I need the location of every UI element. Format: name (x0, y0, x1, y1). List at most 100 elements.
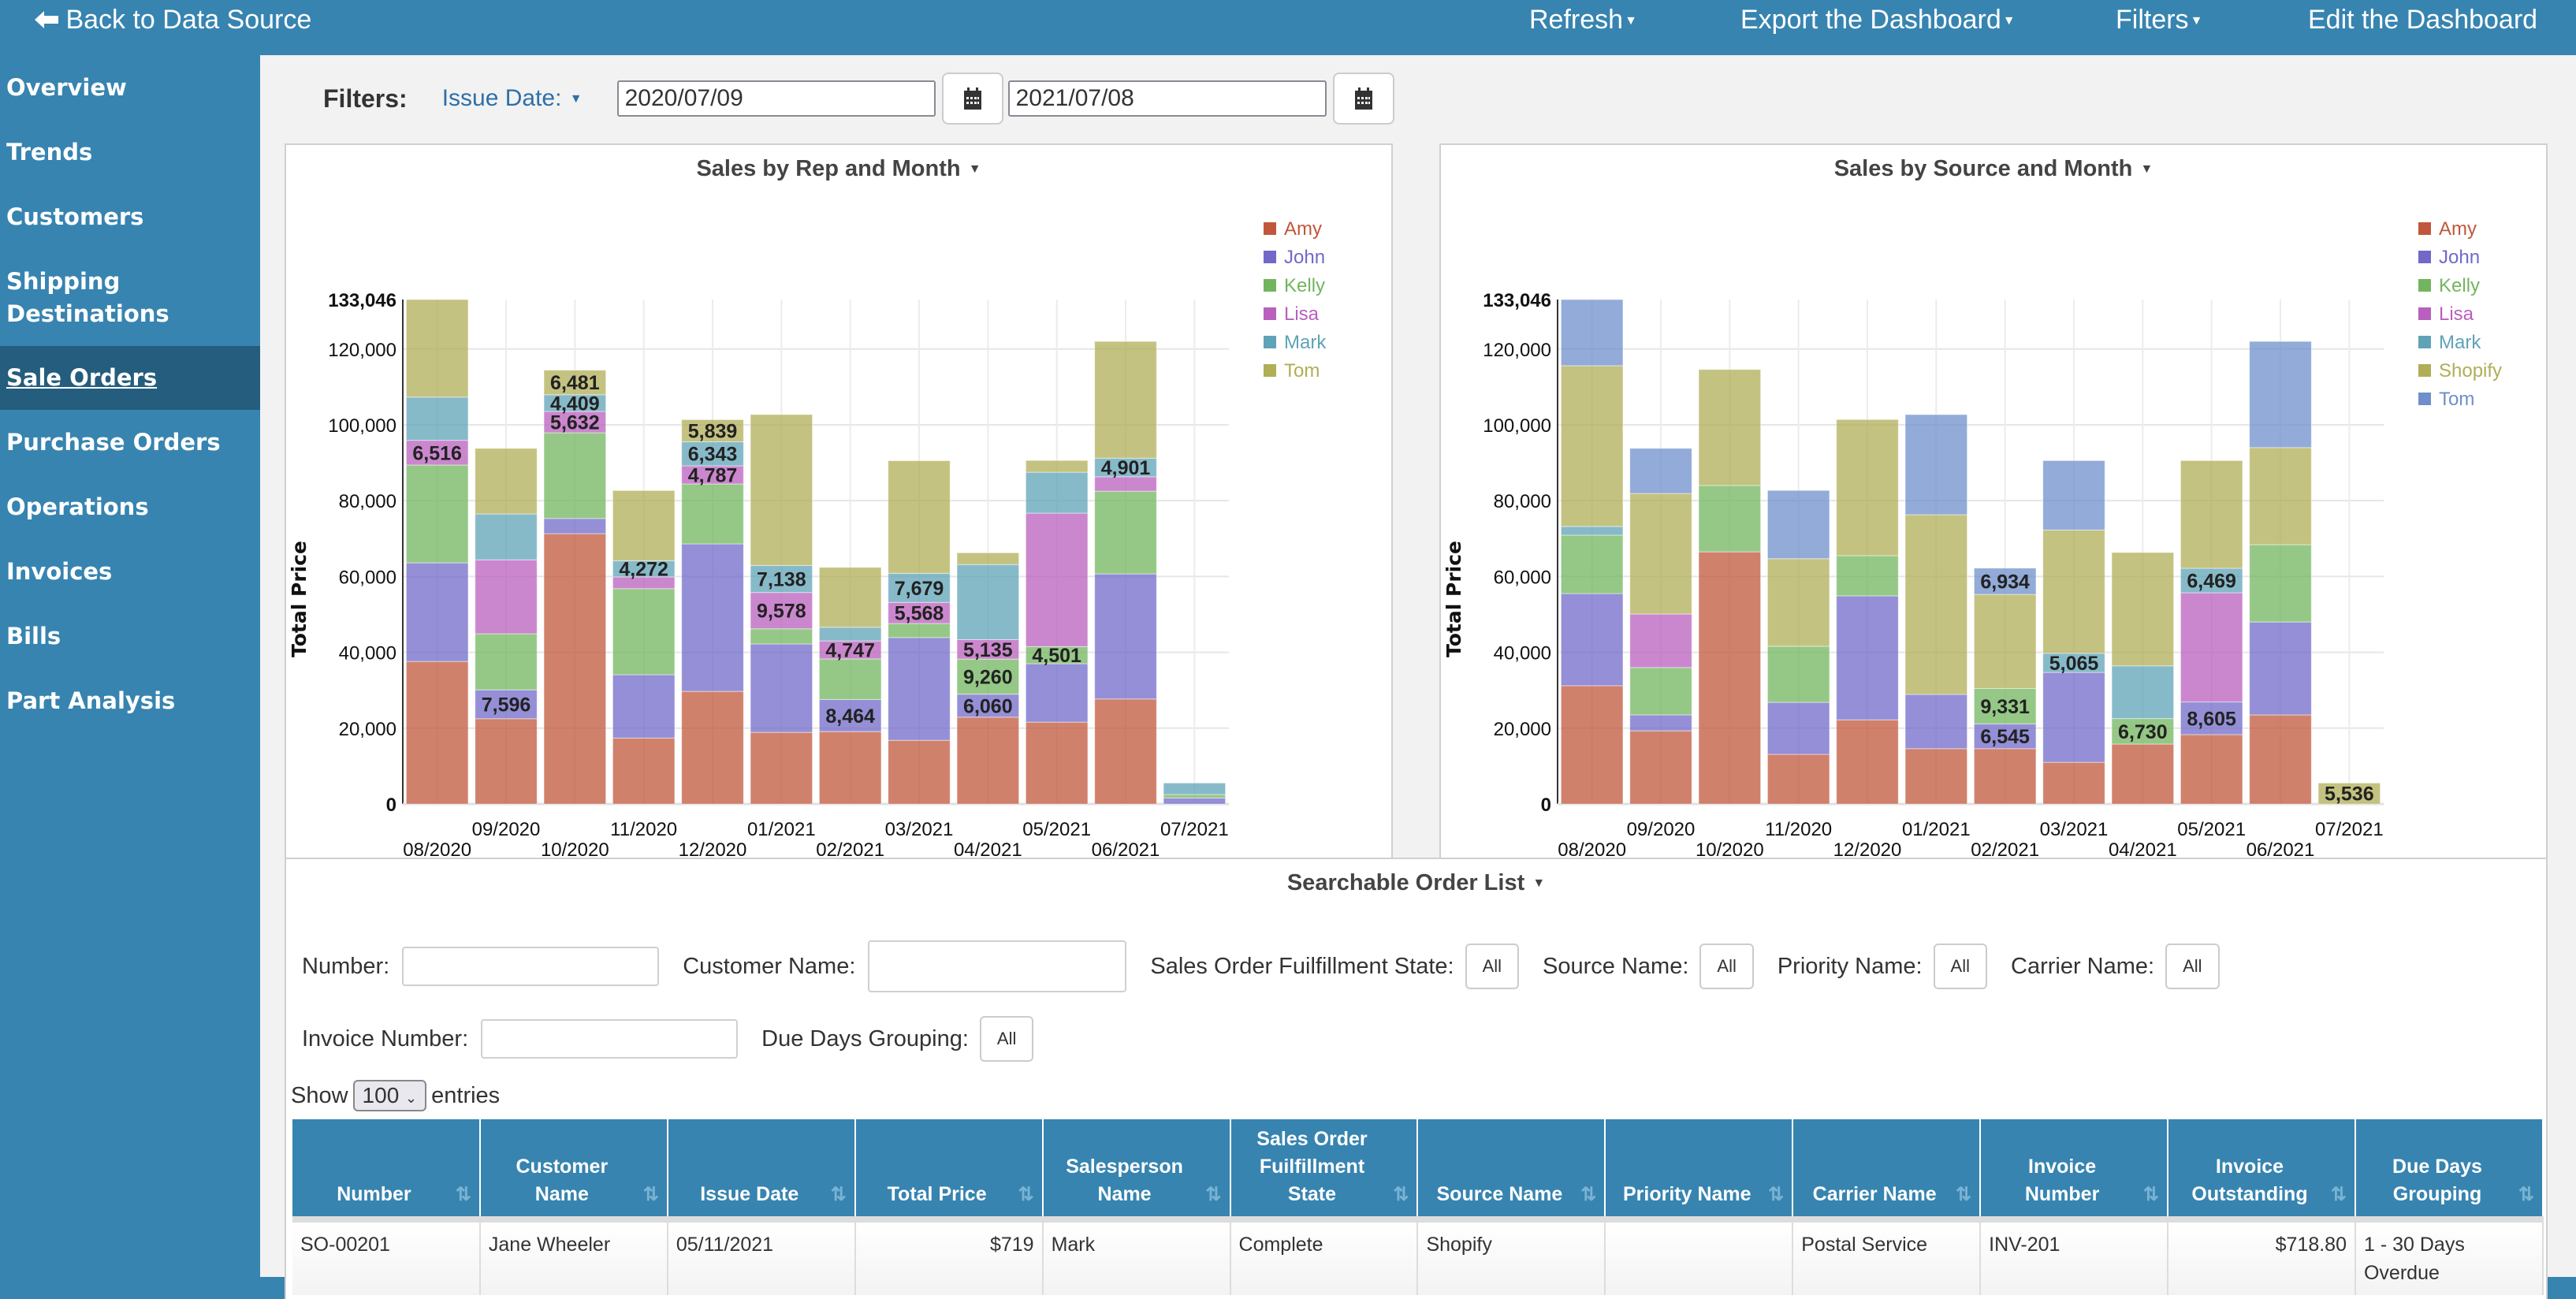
sidebar-item-operations[interactable]: Operations (0, 491, 260, 523)
bar-segment-kelly[interactable] (1766, 646, 1830, 703)
bar-segment-tom[interactable] (1560, 299, 1624, 367)
fulfillment-state-filter-select[interactable]: All (1465, 944, 1520, 989)
bar-segment-john[interactable] (612, 674, 676, 739)
legend-item-mark[interactable]: Mark (1284, 332, 1327, 353)
bar-segment-shopify[interactable] (1698, 369, 1762, 486)
bar-segment-amy[interactable] (1836, 719, 1899, 805)
bar-segment-shopify[interactable] (2249, 447, 2312, 545)
due-days-filter-select[interactable]: All (979, 1016, 1034, 1062)
legend-item-tom[interactable]: Tom (2439, 389, 2474, 410)
entries-per-page-select[interactable]: 100 ⌄ (352, 1080, 427, 1111)
bar-segment-amy[interactable] (612, 737, 676, 805)
bar-segment-shopify[interactable] (2042, 529, 2105, 654)
bar-segment-amy[interactable] (1766, 754, 1830, 805)
bar-segment-john[interactable] (1025, 663, 1089, 723)
bar-segment-tom[interactable] (888, 460, 951, 574)
legend-item-lisa[interactable]: Lisa (1284, 303, 1320, 325)
bar-segment-mark[interactable] (1560, 526, 1624, 536)
column-header[interactable]: Number ⇅ (292, 1119, 481, 1223)
bar-segment-tom[interactable] (475, 448, 538, 515)
bar-segment-shopify[interactable] (1973, 594, 2037, 689)
bar-segment-john[interactable] (405, 562, 469, 662)
bar-segment-amy[interactable] (1560, 685, 1624, 805)
column-header[interactable]: Customer Name ⇅ (479, 1119, 668, 1223)
start-date-calendar-button[interactable] (941, 73, 1003, 125)
sort-icon[interactable]: ⇅ (2518, 1181, 2534, 1208)
bar-segment-amy[interactable] (818, 731, 882, 805)
edit-dashboard-link[interactable]: Edit the Dashboard (2308, 5, 2537, 35)
bar-segment-amy[interactable] (1629, 730, 1692, 805)
bar-segment-amy[interactable] (1973, 748, 2037, 805)
bar-segment-amy[interactable] (888, 739, 951, 805)
bar-segment-amy[interactable] (956, 716, 1020, 805)
bar-segment-john[interactable] (888, 637, 951, 741)
legend-item-mark[interactable]: Mark (2439, 332, 2481, 353)
legend-item-amy[interactable]: Amy (2439, 218, 2477, 240)
bar-segment-amy[interactable] (1094, 698, 1157, 805)
bar-segment-amy[interactable] (750, 731, 813, 805)
column-header[interactable]: Due Days Grouping ⇅ (2355, 1119, 2544, 1223)
bar-segment-john[interactable] (1094, 573, 1157, 700)
bar-segment-amy[interactable] (2249, 714, 2312, 805)
sidebar-item-purchase-orders[interactable]: Purchase Orders (0, 426, 260, 459)
sort-icon[interactable]: ⇅ (1018, 1181, 1033, 1208)
legend-item-lisa[interactable]: Lisa (2439, 303, 2474, 325)
bar-segment-shopify[interactable] (1766, 558, 1830, 647)
bar-segment-mark[interactable] (1163, 782, 1227, 795)
bar-segment-amy[interactable] (405, 661, 469, 805)
bar-segment-john[interactable] (543, 518, 607, 534)
bar-segment-mark[interactable] (475, 513, 538, 560)
bar-segment-john[interactable] (1904, 694, 1968, 750)
bar-segment-john[interactable] (2042, 672, 2105, 763)
column-header[interactable]: Issue Date ⇅ (667, 1119, 856, 1223)
bar-segment-tom[interactable] (1904, 414, 1968, 516)
sort-icon[interactable]: ⇅ (2143, 1181, 2159, 1208)
sort-icon[interactable]: ⇅ (2331, 1181, 2347, 1208)
bar-segment-mark[interactable] (1025, 471, 1089, 514)
bar-segment-amy[interactable] (1904, 748, 1968, 805)
column-header[interactable]: Source Name ⇅ (1417, 1119, 1606, 1223)
bar-segment-kelly[interactable] (2249, 544, 2312, 623)
bar-segment-amy[interactable] (1025, 721, 1089, 805)
bar-segment-tom[interactable] (405, 299, 469, 398)
bar-segment-kelly[interactable] (1836, 555, 1899, 597)
column-header[interactable]: Carrier Name ⇅ (1792, 1119, 1982, 1223)
bar-segment-mark[interactable] (956, 564, 1020, 640)
priority-name-filter-select[interactable]: All (1933, 944, 1987, 989)
sidebar-item-invoices[interactable]: Invoices (0, 556, 260, 588)
end-date-input[interactable] (1007, 80, 1327, 117)
bar-segment-shopify[interactable] (2111, 552, 2175, 667)
bar-segment-shopify[interactable] (2180, 460, 2243, 569)
bar-segment-kelly[interactable] (818, 658, 882, 700)
bar-segment-john[interactable] (1766, 702, 1830, 755)
bar-segment-lisa[interactable] (2180, 592, 2243, 703)
bar-segment-amy[interactable] (2042, 761, 2105, 805)
sort-icon[interactable]: ⇅ (1956, 1181, 1971, 1208)
legend-item-kelly[interactable]: Kelly (2439, 275, 2480, 296)
bar-segment-kelly[interactable] (1629, 667, 1692, 716)
bar-segment-kelly[interactable] (1560, 534, 1624, 594)
bar-segment-john[interactable] (1629, 714, 1692, 731)
bar-segment-tom[interactable] (750, 414, 813, 566)
bar-segment-tom[interactable] (2249, 341, 2312, 449)
legend-item-tom[interactable]: Tom (1284, 360, 1320, 382)
legend-item-john[interactable]: John (2439, 247, 2480, 268)
back-to-data-source-link[interactable]: Back to Data Source (35, 5, 311, 35)
bar-segment-john[interactable] (1836, 595, 1899, 720)
bar-segment-lisa[interactable] (475, 559, 538, 635)
bar-segment-tom[interactable] (1766, 489, 1830, 560)
filters-menu[interactable]: Filters ▼ (2116, 5, 2202, 35)
bar-segment-kelly[interactable] (888, 623, 951, 638)
bar-segment-amy[interactable] (543, 533, 607, 805)
bar-segment-john[interactable] (750, 643, 813, 733)
bar-segment-kelly[interactable] (750, 628, 813, 645)
bar-segment-tom[interactable] (1629, 448, 1692, 494)
column-header[interactable]: Priority Name ⇅ (1605, 1119, 1794, 1223)
carrier-name-filter-select[interactable]: All (2165, 944, 2220, 989)
bar-segment-kelly[interactable] (612, 588, 676, 676)
sidebar-item-customers[interactable]: Customers (0, 201, 260, 233)
bar-segment-kelly[interactable] (475, 633, 538, 690)
bar-segment-john[interactable] (1560, 593, 1624, 687)
bar-segment-kelly[interactable] (1163, 794, 1227, 798)
sidebar-item-overview[interactable]: Overview (0, 72, 260, 104)
